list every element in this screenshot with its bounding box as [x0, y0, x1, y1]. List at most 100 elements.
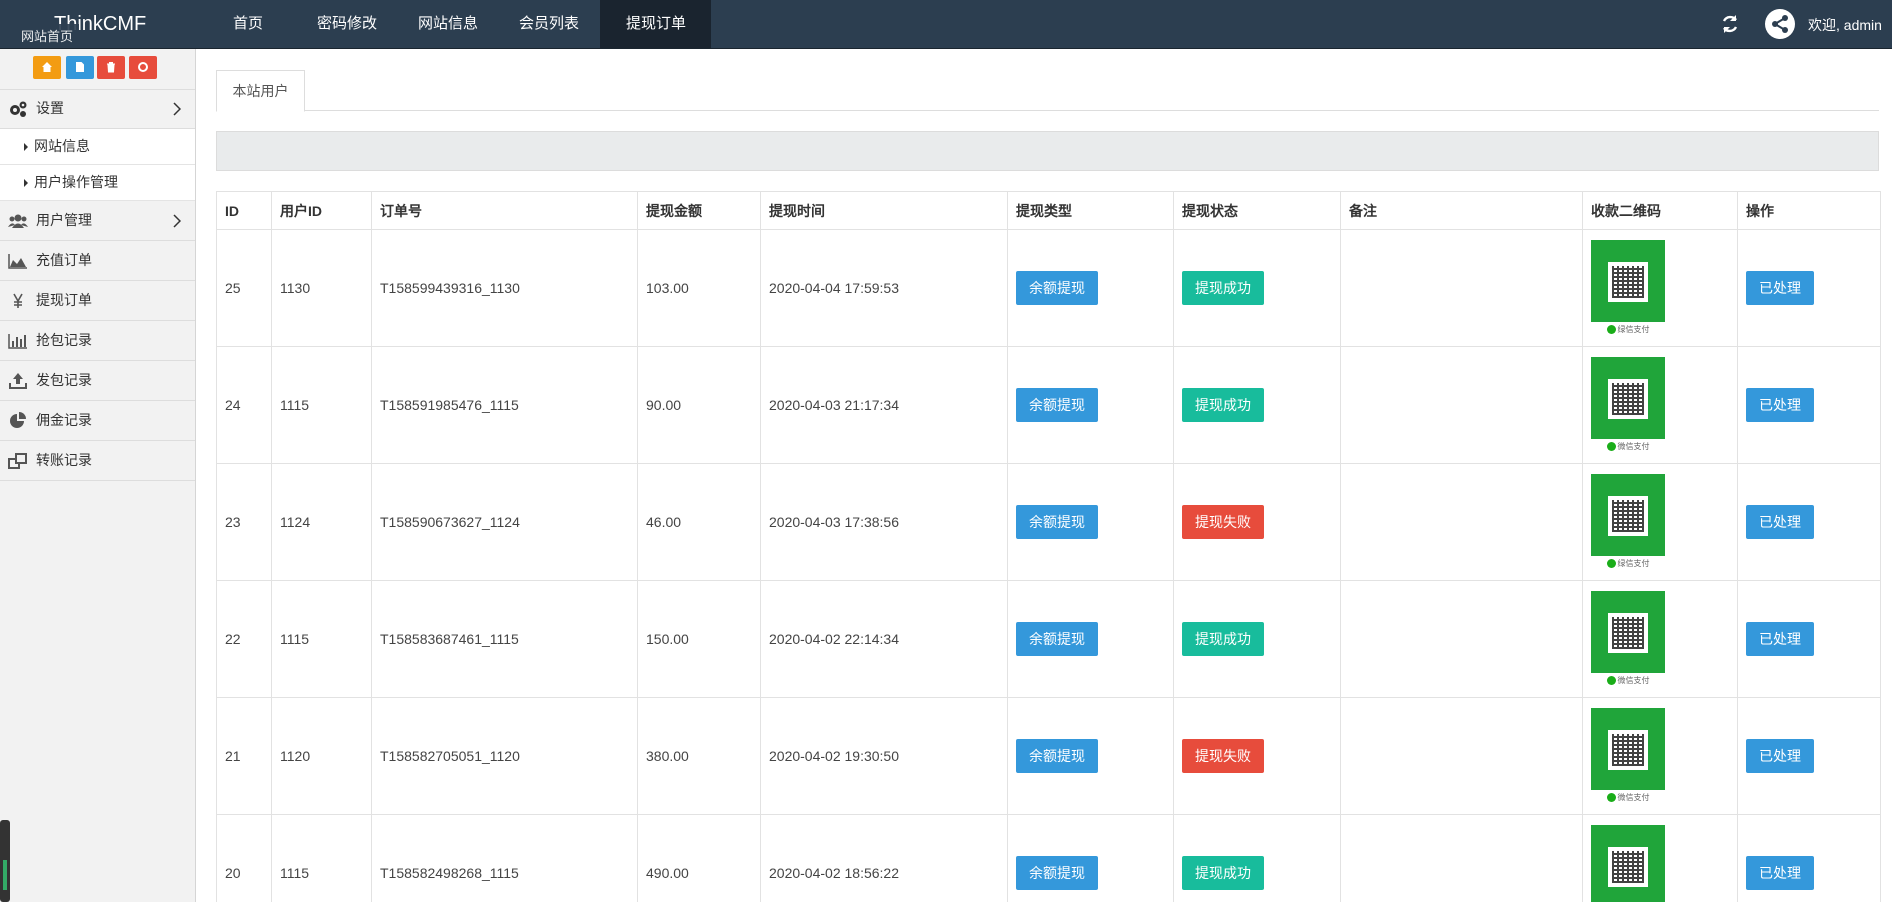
- document-shortcut-button[interactable]: [66, 56, 94, 79]
- sidebar-item-send-records[interactable]: 发包记录: [0, 361, 195, 401]
- status-badge[interactable]: 提现成功: [1182, 388, 1264, 422]
- bar-chart-icon: [8, 334, 27, 349]
- sidebar-item-grab-records[interactable]: 抢包记录: [0, 321, 195, 361]
- column-header: 提现金额: [637, 191, 761, 230]
- sidebar-item-withdraw-orders[interactable]: 提现订单: [0, 281, 195, 321]
- nav-site-info[interactable]: 网站信息: [398, 0, 499, 48]
- qr-card: [1591, 591, 1665, 673]
- processed-button[interactable]: 已处理: [1746, 856, 1814, 890]
- cell-type: 余额提现: [1007, 463, 1174, 581]
- status-badge[interactable]: 提现失败: [1182, 739, 1264, 773]
- sidebar-item-commission-records[interactable]: 佣金记录: [0, 401, 195, 441]
- column-header: ID: [216, 191, 272, 230]
- filter-bar: [216, 131, 1879, 171]
- delete-shortcut-button[interactable]: [97, 56, 125, 79]
- withdraw-type-button[interactable]: 余额提现: [1016, 271, 1098, 305]
- cell-action: 已处理: [1737, 814, 1881, 902]
- processed-button[interactable]: 已处理: [1746, 388, 1814, 422]
- nav-member-list[interactable]: 会员列表: [499, 0, 600, 48]
- welcome-text: 欢迎, admin: [1808, 17, 1882, 33]
- nav-password[interactable]: 密码修改: [297, 0, 398, 48]
- sidebar-subitem-label: 用户操作管理: [34, 174, 118, 190]
- cell-time: 2020-04-02 22:14:34: [760, 580, 1008, 698]
- processed-button[interactable]: 已处理: [1746, 505, 1814, 539]
- column-header: 订单号: [371, 191, 638, 230]
- payment-qr-code[interactable]: 微信支付: [1591, 708, 1665, 804]
- refresh-icon[interactable]: [1718, 12, 1742, 36]
- chevron-right-icon: [173, 214, 181, 228]
- sidebar-item-settings[interactable]: 设置: [0, 89, 195, 129]
- qr-caption: 微信支付: [1591, 792, 1665, 803]
- cell-time: 2020-04-02 18:56:22: [760, 814, 1008, 902]
- qr-card: [1591, 474, 1665, 556]
- withdraw-type-button[interactable]: 余额提现: [1016, 388, 1098, 422]
- cell-remark: [1340, 580, 1583, 698]
- withdraw-type-button[interactable]: 余额提现: [1016, 856, 1098, 890]
- qr-image: [1608, 613, 1648, 653]
- nav-withdraw-orders[interactable]: 提现订单: [600, 0, 711, 48]
- qr-image: [1608, 379, 1648, 419]
- column-header: 操作: [1737, 191, 1881, 230]
- cell-order-no: T158582705051_1120: [371, 697, 638, 815]
- withdraw-type-button[interactable]: 余额提现: [1016, 739, 1098, 773]
- payment-qr-code[interactable]: [1591, 825, 1665, 902]
- qr-card: [1591, 708, 1665, 790]
- sidebar-item-label: 抢包记录: [36, 332, 92, 348]
- cell-amount: 90.00: [637, 346, 761, 464]
- cell-id: 23: [216, 463, 272, 581]
- payment-qr-code[interactable]: 绿信支付: [1591, 240, 1665, 336]
- sidebar-item-label: 佣金记录: [36, 412, 92, 428]
- sidebar-item-label: 发包记录: [36, 372, 92, 388]
- cell-action: 已处理: [1737, 697, 1881, 815]
- cell-status: 提现成功: [1173, 580, 1341, 698]
- processed-button[interactable]: 已处理: [1746, 739, 1814, 773]
- qr-card: [1591, 825, 1665, 902]
- qr-image: [1608, 730, 1648, 770]
- status-badge[interactable]: 提现成功: [1182, 271, 1264, 305]
- cell-type: 余额提现: [1007, 814, 1174, 902]
- recycle-icon: [138, 62, 148, 72]
- sidebar-subitem-site-info[interactable]: 网站信息: [0, 129, 195, 165]
- recycle-shortcut-button[interactable]: [129, 56, 157, 79]
- nav-home[interactable]: 首页: [213, 0, 297, 48]
- cell-amount: 150.00: [637, 580, 761, 698]
- sidebar-item-recharge-orders[interactable]: 充值订单: [0, 241, 195, 281]
- withdraw-type-button[interactable]: 余额提现: [1016, 505, 1098, 539]
- cell-action: 已处理: [1737, 229, 1881, 347]
- cell-user-id: 1120: [271, 697, 372, 815]
- sidebar-item-transfer-records[interactable]: 转账记录: [0, 441, 195, 481]
- withdraw-type-button[interactable]: 余额提现: [1016, 622, 1098, 656]
- cell-status: 提现成功: [1173, 229, 1341, 347]
- payment-qr-code[interactable]: 微信支付: [1591, 357, 1665, 453]
- cell-time: 2020-04-03 21:17:34: [760, 346, 1008, 464]
- sidebar-item-label: 设置: [36, 100, 64, 116]
- status-badge[interactable]: 提现成功: [1182, 622, 1264, 656]
- table-row: 24 1115 T158591985476_1115 90.00 2020-04…: [216, 346, 1881, 464]
- cell-remark: [1340, 814, 1583, 902]
- table-row: 21 1120 T158582705051_1120 380.00 2020-0…: [216, 697, 1881, 815]
- avatar[interactable]: [1765, 9, 1795, 39]
- area-chart-icon: [8, 254, 27, 269]
- table-row: 23 1124 T158590673627_1124 46.00 2020-04…: [216, 463, 1881, 581]
- tab-site-users[interactable]: 本站用户: [216, 70, 305, 112]
- home-shortcut-button[interactable]: [33, 56, 61, 79]
- status-badge[interactable]: 提现成功: [1182, 856, 1264, 890]
- sidebar-subitem-user-ops[interactable]: 用户操作管理: [0, 165, 195, 201]
- qr-card: [1591, 240, 1665, 322]
- home-icon: [42, 62, 52, 72]
- cell-remark: [1340, 346, 1583, 464]
- processed-button[interactable]: 已处理: [1746, 271, 1814, 305]
- payment-qr-code[interactable]: 微信支付: [1591, 591, 1665, 687]
- status-badge[interactable]: 提现失败: [1182, 505, 1264, 539]
- side-dock-widget[interactable]: [0, 820, 10, 902]
- processed-button[interactable]: 已处理: [1746, 622, 1814, 656]
- wechat-icon: [1606, 442, 1616, 452]
- cell-status: 提现成功: [1173, 814, 1341, 902]
- payment-qr-code[interactable]: 绿信支付: [1591, 474, 1665, 570]
- yen-icon: [13, 293, 23, 308]
- wechat-icon: [1606, 676, 1616, 686]
- cell-qr: [1582, 814, 1738, 902]
- cell-qr: 绿信支付: [1582, 463, 1738, 581]
- sidebar-item-users[interactable]: 用户管理: [0, 201, 195, 241]
- cell-id: 21: [216, 697, 272, 815]
